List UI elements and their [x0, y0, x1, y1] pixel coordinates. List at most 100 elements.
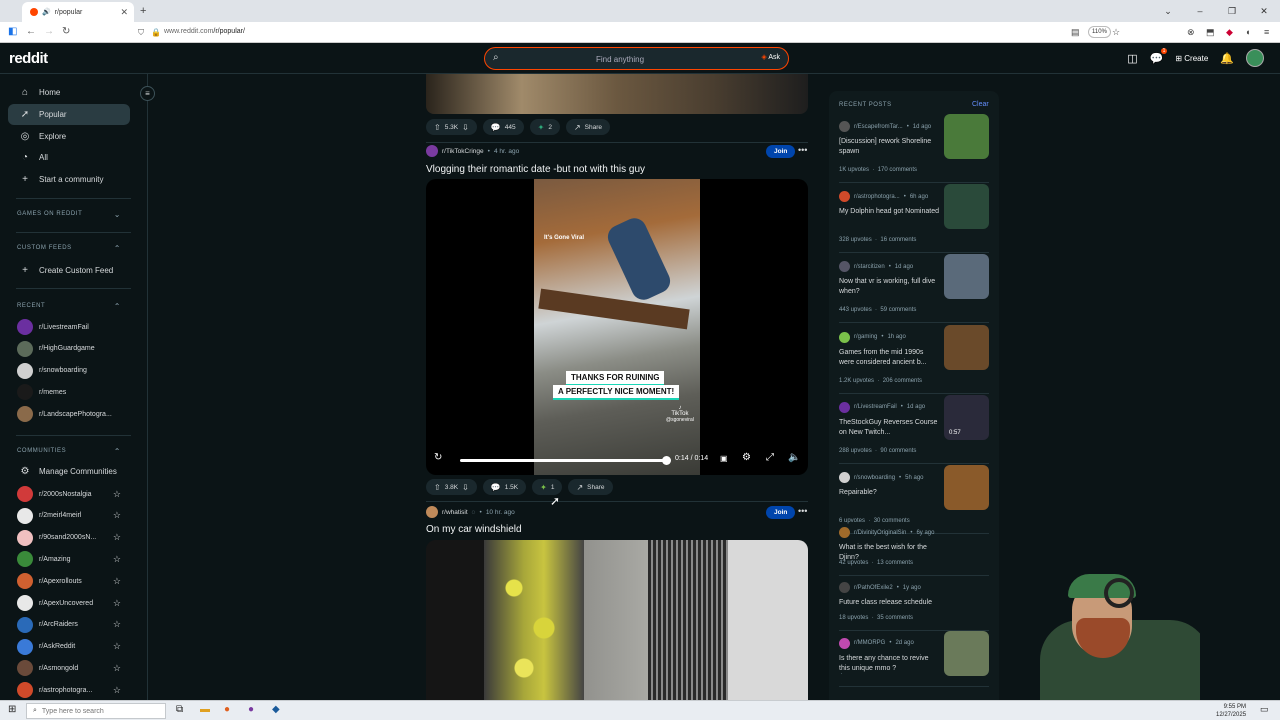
- minimize-icon[interactable]: –: [1184, 0, 1216, 22]
- create-button[interactable]: ⊞ Create: [1175, 54, 1208, 63]
- sidebar-community-item[interactable]: r/2000sNostalgia ☆: [17, 485, 121, 503]
- sidebar-community-item[interactable]: r/astrophotogra... ☆: [17, 681, 121, 699]
- sidebar-item-popular[interactable]: ➚ Popular: [8, 104, 130, 125]
- browser-tab[interactable]: 🔊 r/popular ✕: [22, 2, 134, 22]
- recent-post-thumbnail[interactable]: [944, 324, 989, 370]
- extension-icon[interactable]: ⊗: [1187, 27, 1195, 38]
- collapse-sidebar-icon[interactable]: ≡: [140, 86, 155, 101]
- comments-button[interactable]: 💬 445: [482, 119, 524, 135]
- recent-post-title[interactable]: TheStockGuy Reverses Course on New Twitc…: [839, 418, 939, 438]
- recent-post-title[interactable]: Future class release schedule: [839, 598, 939, 608]
- bookmark-star-icon[interactable]: ☆: [1112, 27, 1120, 38]
- create-custom-feed[interactable]: + Create Custom Feed: [8, 260, 130, 281]
- taskbar-search-input[interactable]: [41, 707, 142, 715]
- custom-feeds-section-header[interactable]: CUSTOM FEEDS ⌃: [17, 244, 121, 253]
- reddit-logo[interactable]: reddit: [9, 50, 48, 67]
- vote-pill[interactable]: ⇧ 5.3K ⇩: [426, 119, 477, 135]
- fullscreen-icon[interactable]: ⤢: [766, 452, 774, 463]
- search-bar[interactable]: ⌕ ◈ Ask: [484, 47, 789, 70]
- recent-section-header[interactable]: RECENT ⌃: [17, 302, 121, 311]
- forward-icon[interactable]: →: [44, 26, 54, 37]
- recent-post-item[interactable]: r/LivestreamFail • 1d ago TheStockGuy Rever…: [829, 394, 999, 472]
- recent-post-item[interactable]: r/starcitizen • 1d ago Now that vr is worki…: [829, 254, 999, 331]
- sidebar-item-explore[interactable]: ◎ Explore: [8, 126, 130, 147]
- taskbar-search[interactable]: ⌕: [26, 703, 166, 719]
- recent-post-thumbnail[interactable]: [944, 254, 989, 300]
- more-options-icon[interactable]: •••: [798, 506, 807, 516]
- captions-icon[interactable]: ▣: [720, 454, 728, 463]
- maximize-icon[interactable]: ❐: [1216, 0, 1248, 22]
- sidebar-community-item[interactable]: r/LandscapePhotogra...: [17, 405, 121, 423]
- recent-post-title[interactable]: Now that vr is working, full dive when?: [839, 277, 939, 297]
- recent-post-title[interactable]: [Discussion] rework Shoreline spawn: [839, 137, 939, 157]
- recent-post-title[interactable]: Repairable?: [839, 488, 939, 498]
- vote-pill[interactable]: ⇧ 3.8K ⇩: [426, 479, 477, 495]
- more-options-icon[interactable]: •••: [798, 145, 807, 155]
- sidebar-community-item[interactable]: r/2meirl4meirl ☆: [17, 507, 121, 525]
- reader-view-icon[interactable]: ▤: [1071, 27, 1080, 38]
- windows-start-icon[interactable]: ⊞: [8, 704, 16, 715]
- favorite-star-icon[interactable]: ☆: [113, 532, 121, 543]
- comments-button[interactable]: 💬 1.5K: [482, 479, 527, 495]
- recent-post-thumbnail[interactable]: [944, 184, 989, 230]
- recent-post-item[interactable]: r/gaming • 1h ago Games from the mid 1990s …: [829, 324, 999, 402]
- sidebar-item-home[interactable]: ⌂ Home: [8, 82, 130, 103]
- reload-icon[interactable]: ↻: [62, 26, 70, 37]
- sidebar-community-item[interactable]: r/ApexUncovered ☆: [17, 594, 121, 612]
- shield-icon[interactable]: ⛉: [138, 28, 144, 38]
- speaker-extension-icon[interactable]: ◖: [1245, 27, 1250, 37]
- volume-icon[interactable]: 🔈: [788, 452, 800, 463]
- back-icon[interactable]: ←: [26, 26, 36, 37]
- subreddit-avatar[interactable]: [426, 145, 438, 157]
- speaker-icon[interactable]: 🔊: [42, 8, 51, 16]
- zoom-level[interactable]: 110%: [1088, 26, 1111, 38]
- steam-icon[interactable]: ◆: [272, 704, 280, 715]
- sidebar-community-item[interactable]: r/ArcRaiders ☆: [17, 616, 121, 634]
- app-icon[interactable]: ●: [248, 704, 254, 715]
- sidebar-community-item[interactable]: r/Asmongold ☆: [17, 659, 121, 677]
- share-button[interactable]: ↗ Share: [568, 479, 613, 495]
- firefox-icon[interactable]: ●: [224, 704, 230, 715]
- notification-bell-icon[interactable]: 🔔: [1220, 52, 1234, 65]
- ask-button[interactable]: ◈ Ask: [761, 53, 780, 61]
- upvote-icon[interactable]: ⇧: [434, 483, 441, 492]
- recent-post-thumbnail[interactable]: [944, 114, 989, 159]
- recent-post-thumbnail[interactable]: [944, 630, 989, 676]
- close-window-icon[interactable]: ✕: [1248, 0, 1280, 22]
- downvote-icon[interactable]: ⇩: [462, 483, 469, 492]
- join-button[interactable]: Join: [766, 506, 796, 519]
- share-button[interactable]: ↗ Share: [565, 119, 610, 135]
- games-section-header[interactable]: GAMES ON REDDIT ⌄: [17, 210, 121, 219]
- new-tab-icon[interactable]: +: [140, 5, 146, 17]
- extension-badge-icon[interactable]: ◆: [1226, 27, 1233, 38]
- settings-gear-icon[interactable]: ⚙: [742, 452, 751, 463]
- sidebar-community-item[interactable]: r/Apexrollouts ☆: [17, 572, 121, 590]
- post-image[interactable]: [426, 540, 808, 700]
- sidebar-item-start-community[interactable]: + Start a community: [8, 169, 130, 190]
- sidebar-item-all[interactable]: ◔ All: [8, 147, 130, 168]
- subreddit-avatar[interactable]: [426, 506, 438, 518]
- join-button[interactable]: Join: [766, 145, 796, 158]
- tab-close-icon[interactable]: ✕: [120, 7, 128, 18]
- recent-post-title[interactable]: My Dolphin head got Nominated: [839, 207, 939, 217]
- replay-icon[interactable]: ↻: [434, 452, 442, 463]
- post-title[interactable]: Vlogging their romantic date -but not wi…: [426, 164, 645, 175]
- favorite-star-icon[interactable]: ☆: [113, 685, 121, 696]
- recent-post-title[interactable]: Games from the mid 1990s were considered…: [839, 348, 939, 368]
- task-view-icon[interactable]: ⧉: [176, 704, 183, 715]
- video-progress-bar[interactable]: [460, 459, 666, 462]
- chat-icon[interactable]: 💬 1: [1150, 47, 1168, 65]
- recent-post-item[interactable]: r/EscapefromTar... • 1d ago [Discussion] re…: [829, 114, 999, 191]
- favorite-star-icon[interactable]: ☆: [113, 641, 121, 652]
- user-avatar[interactable]: [1246, 49, 1264, 67]
- video-player[interactable]: It's Gone Viral THANKS FOR RUINING A PER…: [426, 179, 808, 475]
- recent-post-thumbnail[interactable]: 0:57: [944, 394, 989, 440]
- sidebar-toggle-icon[interactable]: ◧: [8, 26, 17, 37]
- favorite-star-icon[interactable]: ☆: [113, 554, 121, 565]
- menu-icon[interactable]: ≡: [1264, 27, 1269, 37]
- subreddit-link[interactable]: r/TikTokCringe: [442, 148, 484, 155]
- clear-recent-button[interactable]: Clear: [972, 101, 989, 108]
- chevron-down-icon[interactable]: ⌄: [1152, 0, 1184, 22]
- video-scrub-handle[interactable]: [662, 456, 671, 465]
- favorite-star-icon[interactable]: ☆: [113, 663, 121, 674]
